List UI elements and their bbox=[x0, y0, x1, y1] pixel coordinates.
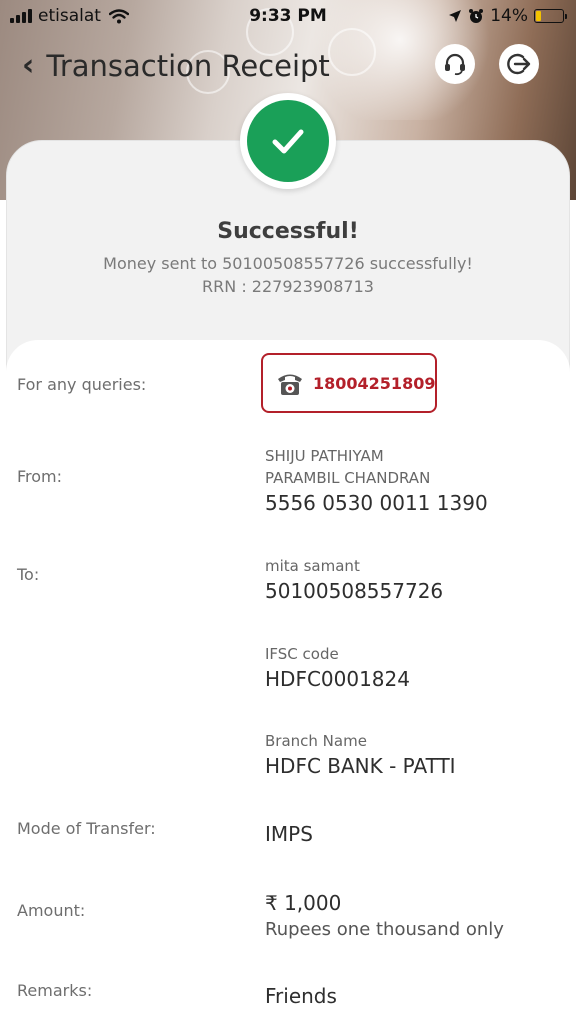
from-label: From: bbox=[17, 467, 63, 486]
checkmark-icon bbox=[247, 100, 329, 182]
telephone-icon bbox=[275, 368, 305, 398]
status-right: 14% bbox=[448, 6, 567, 26]
to-label: To: bbox=[17, 565, 40, 584]
page-header: ‹ Transaction Receipt bbox=[22, 48, 330, 83]
page-title: Transaction Receipt bbox=[46, 48, 330, 83]
helpline-button[interactable]: 18004251809 bbox=[261, 353, 437, 413]
back-chevron-icon[interactable]: ‹ bbox=[22, 48, 34, 83]
amount-value: ₹ 1,000 bbox=[265, 891, 342, 915]
remarks-label: Remarks: bbox=[17, 981, 93, 1000]
logout-icon bbox=[505, 50, 533, 78]
alarm-icon bbox=[468, 8, 484, 24]
battery-icon bbox=[534, 9, 567, 23]
battery-percent: 14% bbox=[490, 6, 528, 26]
to-name: mita samant bbox=[265, 557, 360, 575]
result-rrn: RRN : 227923908713 bbox=[202, 277, 374, 296]
ifsc-value: HDFC0001824 bbox=[265, 667, 410, 691]
mode-label: Mode of Transfer: bbox=[17, 819, 156, 838]
headset-icon bbox=[442, 51, 468, 77]
result-title: Successful! bbox=[217, 219, 359, 244]
decorative-circle-hand bbox=[328, 28, 376, 76]
branch-value: HDFC BANK - PATTI bbox=[265, 754, 456, 778]
queries-label: For any queries: bbox=[17, 375, 147, 394]
location-icon bbox=[448, 9, 462, 23]
logout-button[interactable] bbox=[499, 44, 539, 84]
status-bar: etisalat 9:33 PM 14% bbox=[0, 0, 576, 34]
ifsc-label: IFSC code bbox=[265, 645, 339, 663]
mode-value: IMPS bbox=[265, 822, 313, 846]
helpline-number: 18004251809 bbox=[313, 373, 436, 393]
branch-label: Branch Name bbox=[265, 732, 367, 750]
to-account: 50100508557726 bbox=[265, 579, 444, 603]
support-button[interactable] bbox=[435, 44, 475, 84]
from-name-line1: SHIJU PATHIYAM bbox=[265, 447, 384, 465]
remarks-value: Friends bbox=[265, 984, 337, 1008]
amount-label: Amount: bbox=[17, 901, 86, 920]
from-name-line2: PARAMBIL CHANDRAN bbox=[265, 469, 431, 487]
from-account: 5556 0530 0011 1390 bbox=[265, 491, 488, 515]
amount-words: Rupees one thousand only bbox=[265, 919, 504, 940]
success-badge bbox=[240, 93, 336, 189]
result-message: Money sent to 50100508557726 successfull… bbox=[103, 254, 473, 273]
